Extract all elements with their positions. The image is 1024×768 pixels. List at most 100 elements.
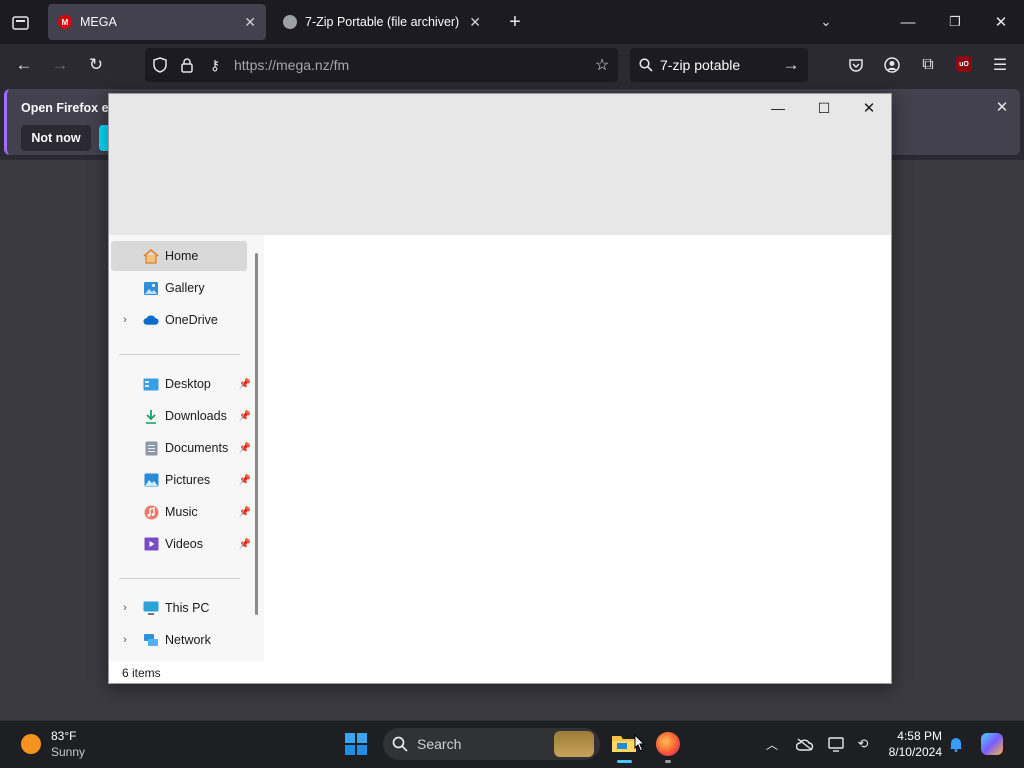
search-icon <box>637 55 655 75</box>
lock-icon[interactable] <box>178 55 196 75</box>
pin-icon[interactable]: 📌 <box>239 539 251 550</box>
nav-item-onedrive[interactable]: › OneDrive <box>111 305 247 335</box>
pin-icon[interactable]: 📌 <box>239 411 251 422</box>
nav-item-label: Home <box>165 249 199 263</box>
explorer-minimize-icon[interactable]: — <box>755 94 801 122</box>
hamburger-menu-icon[interactable]: ☰ <box>989 55 1011 75</box>
clock-time[interactable]: 4:58 PM <box>882 729 942 743</box>
documents-icon <box>143 441 159 456</box>
new-tab-icon[interactable]: + <box>503 10 527 34</box>
explorer-close-icon[interactable]: ✕ <box>846 94 892 122</box>
back-arrow-icon[interactable]: ← <box>12 54 36 76</box>
nav-item-label: This PC <box>165 601 210 615</box>
pin-icon[interactable]: 📌 <box>239 443 251 454</box>
taskbar-search-placeholder: Search <box>417 736 462 752</box>
display-icon[interactable] <box>827 735 847 753</box>
sunny-weather-icon[interactable] <box>21 734 41 754</box>
search-icon <box>392 736 408 752</box>
nav-item-this-pc[interactable]: › This PC <box>111 593 247 623</box>
music-icon <box>143 505 159 520</box>
videos-icon <box>143 537 159 552</box>
nav-item-label: Network <box>165 633 211 647</box>
search-highlight-lion-icon <box>554 731 594 757</box>
nav-item-label: Downloads <box>165 409 227 423</box>
tab-title: 7-Zip Portable (file archiver) | P <box>305 15 462 29</box>
pictures-icon <box>143 473 159 488</box>
status-bar-item-count: 6 items <box>122 666 161 680</box>
search-input[interactable]: 7-zip potable <box>660 57 740 73</box>
nav-item-label: Desktop <box>165 377 211 391</box>
nav-item-label: Music <box>165 505 198 519</box>
copilot-icon[interactable] <box>981 733 1003 755</box>
downloads-icon <box>143 409 159 424</box>
explorer-header: — ☐ ✕ <box>109 94 891 235</box>
network-sound-status-icon[interactable]: ⟲ <box>853 735 873 753</box>
gallery-icon <box>143 281 159 296</box>
url-bar[interactable]: ⚷ https://mega.nz/fm ☆ <box>145 48 618 82</box>
onedrive-cloud-icon <box>143 313 159 328</box>
weather-temperature[interactable]: 83°F <box>51 729 76 743</box>
close-notification-icon[interactable]: ✕ <box>992 97 1012 117</box>
nav-item-desktop[interactable]: Desktop 📌 <box>111 369 251 399</box>
show-hidden-icons-chevron-icon[interactable]: ︿ <box>763 735 781 753</box>
taskbar-search-box[interactable]: Search <box>383 728 600 760</box>
expand-chevron-icon[interactable]: › <box>117 634 133 646</box>
nav-separator <box>119 578 240 579</box>
nav-item-pictures[interactable]: Pictures 📌 <box>111 465 251 495</box>
list-tabs-chevron-icon[interactable]: ⌄ <box>814 12 838 32</box>
nav-item-documents[interactable]: Documents 📌 <box>111 433 251 463</box>
nav-item-label: Pictures <box>165 473 211 487</box>
globe-favicon-icon <box>283 15 297 29</box>
key-permissions-icon[interactable]: ⚷ <box>205 55 225 75</box>
close-window-icon[interactable]: ✕ <box>989 12 1013 32</box>
nav-item-videos[interactable]: Videos 📌 <box>111 529 251 559</box>
file-list-area[interactable] <box>264 235 891 661</box>
tab-7zip[interactable]: 7-Zip Portable (file archiver) | P ✕ <box>273 4 491 40</box>
expand-chevron-icon[interactable]: › <box>117 314 133 326</box>
tab-mega[interactable]: M MEGA ✕ <box>48 4 266 40</box>
running-app-indicator <box>665 760 671 763</box>
windows-start-icon[interactable] <box>345 733 367 755</box>
notification-text: Open Firefox ev <box>21 101 116 115</box>
pin-icon[interactable]: 📌 <box>239 475 251 486</box>
reload-icon[interactable]: ↻ <box>84 54 108 76</box>
this-pc-icon <box>143 601 159 616</box>
close-tab-icon[interactable]: ✕ <box>469 14 481 31</box>
notification-bell-icon[interactable] <box>947 735 965 753</box>
forward-arrow-icon[interactable]: → <box>48 54 72 76</box>
expand-chevron-icon[interactable]: › <box>117 602 133 614</box>
shield-icon[interactable] <box>151 55 169 75</box>
desktop-icon <box>143 377 159 392</box>
ublock-origin-icon[interactable]: uO <box>956 56 972 72</box>
account-icon[interactable] <box>881 55 903 75</box>
nav-item-music[interactable]: Music 📌 <box>111 497 251 527</box>
bookmark-star-icon[interactable]: ☆ <box>592 55 612 75</box>
not-now-button[interactable]: Not now <box>21 125 91 151</box>
navigation-pane: Home Gallery › OneDrive Desktop 📌 Downlo… <box>109 235 264 661</box>
pin-icon[interactable]: 📌 <box>239 507 251 518</box>
close-tab-icon[interactable]: ✕ <box>244 14 256 31</box>
nav-item-network[interactable]: › Network <box>111 625 247 655</box>
nav-item-gallery[interactable]: Gallery <box>111 273 247 303</box>
explorer-maximize-icon[interactable]: ☐ <box>801 94 847 122</box>
nav-item-label: Videos <box>165 537 203 551</box>
nav-item-downloads[interactable]: Downloads 📌 <box>111 401 251 431</box>
extensions-puzzle-icon[interactable]: ⧉ <box>917 55 939 75</box>
restore-icon[interactable]: ❐ <box>943 12 967 32</box>
cloud-offline-icon[interactable] <box>795 735 815 753</box>
mega-favicon-icon: M <box>58 15 72 29</box>
pin-icon[interactable]: 📌 <box>239 379 251 390</box>
go-arrow-icon[interactable]: → <box>780 55 802 75</box>
nav-pane-scrollbar[interactable] <box>255 253 258 615</box>
firefox-view-icon[interactable] <box>8 12 32 32</box>
firefox-taskbar-icon[interactable] <box>656 732 680 756</box>
nav-item-home[interactable]: Home <box>111 241 247 271</box>
url-text[interactable]: https://mega.nz/fm <box>234 57 349 73</box>
tab-title: MEGA <box>80 15 117 29</box>
minimize-icon[interactable]: — <box>896 12 920 32</box>
clock-date[interactable]: 8/10/2024 <box>872 745 942 759</box>
weather-description[interactable]: Sunny <box>51 745 85 759</box>
pocket-icon[interactable] <box>845 55 867 75</box>
network-icon <box>143 633 159 648</box>
search-bar[interactable]: 7-zip potable → <box>630 48 808 82</box>
